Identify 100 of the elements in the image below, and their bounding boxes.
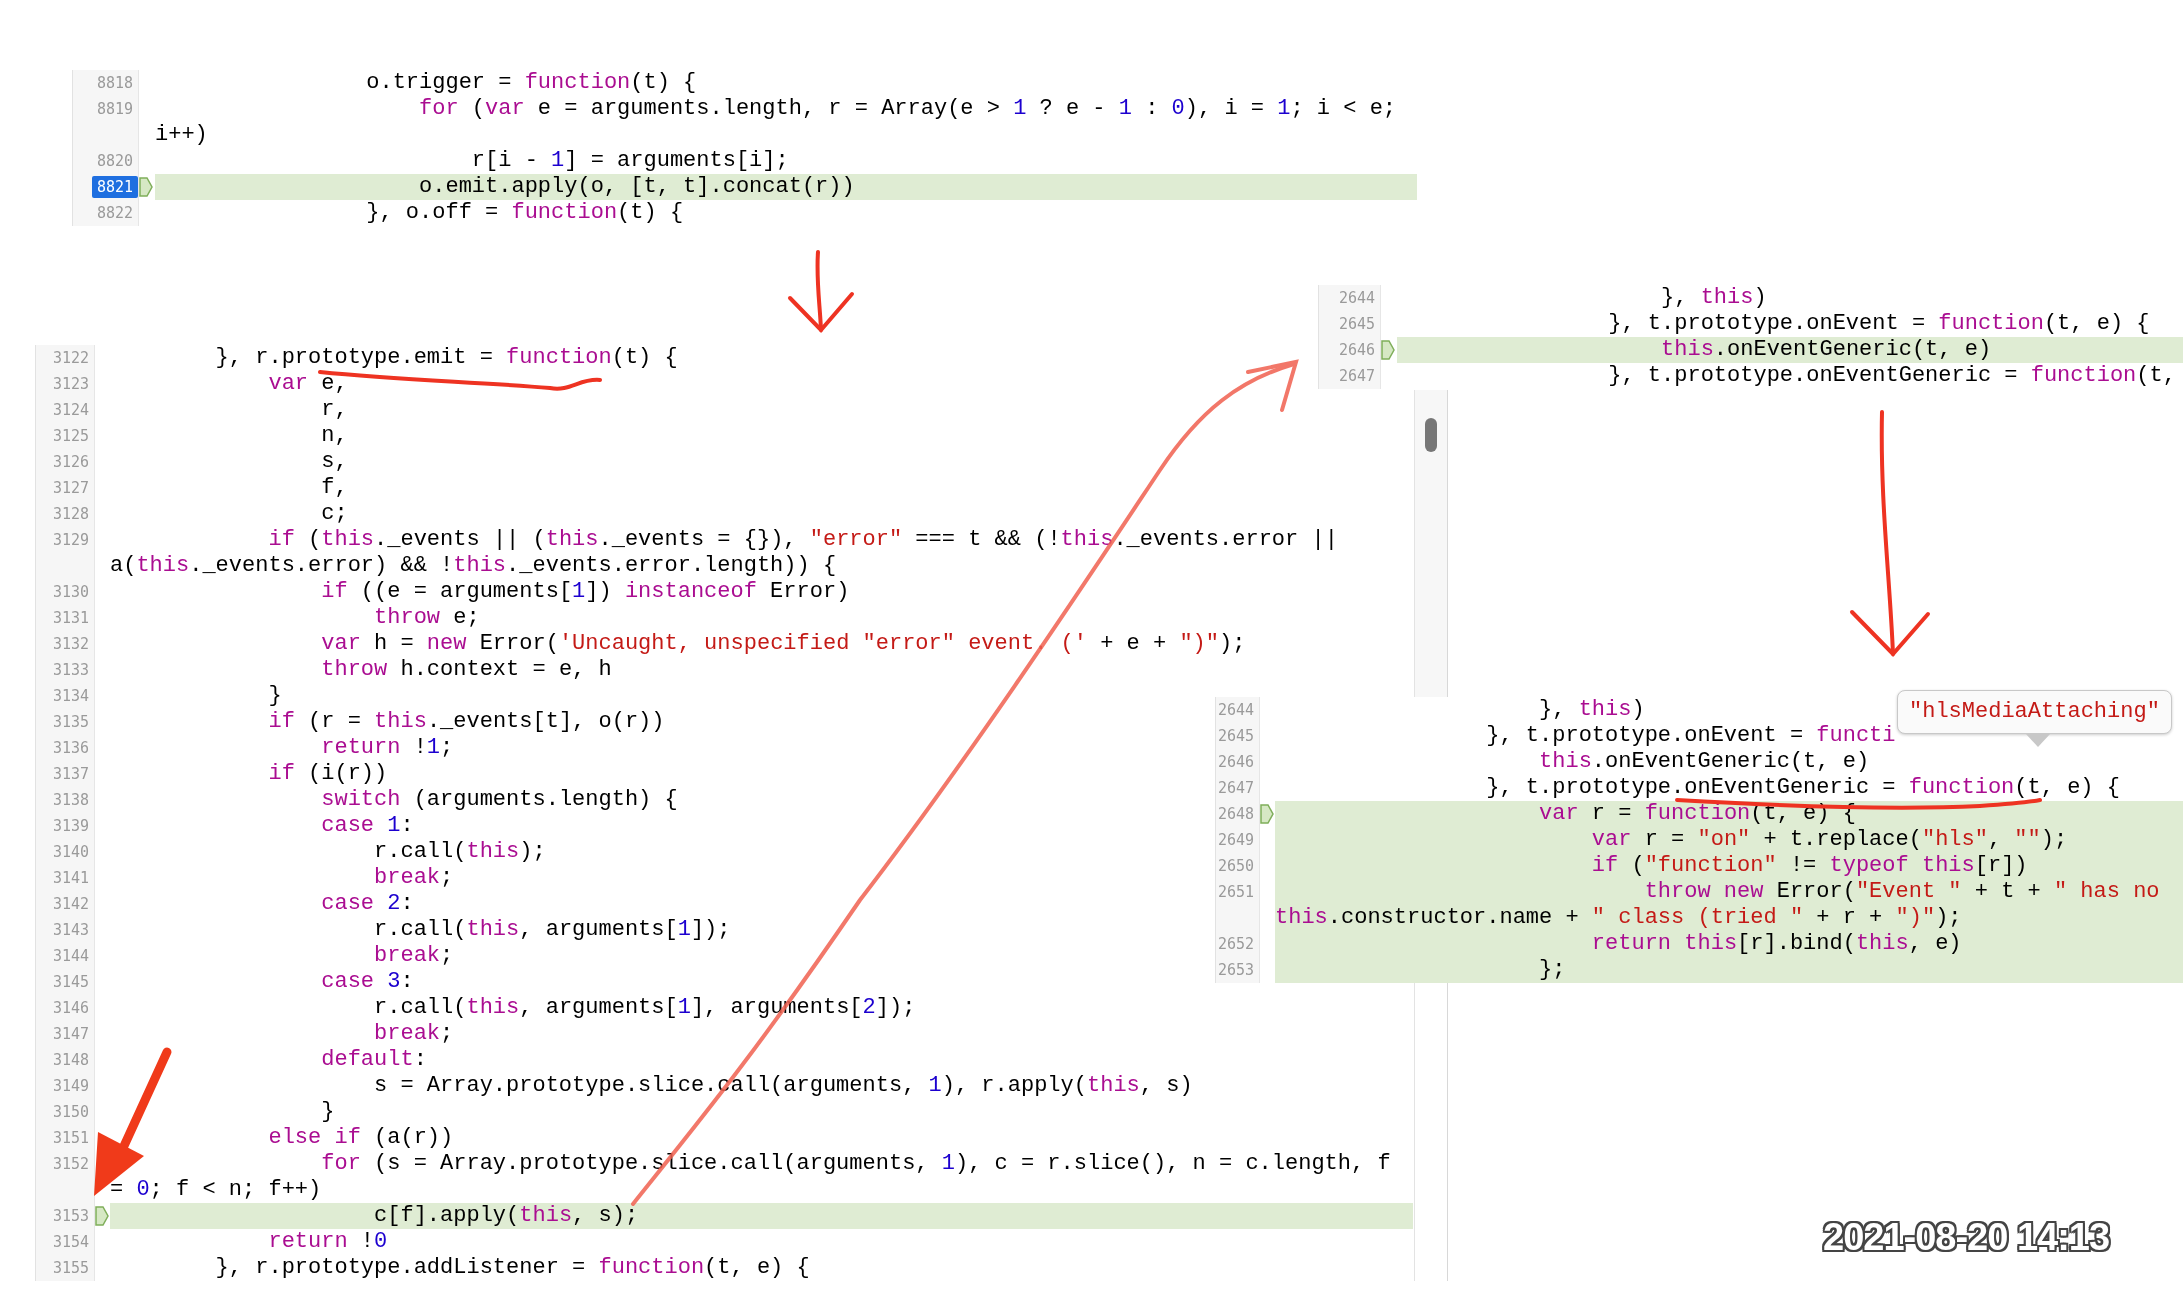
line-number: 2653 <box>1216 960 1255 981</box>
line-number: 8822 <box>95 203 134 224</box>
code-line: }, this) <box>1660 285 1767 311</box>
line-number: 2648 <box>1216 804 1255 825</box>
code-line: var e, <box>267 371 348 397</box>
line-number: 3133 <box>51 660 90 681</box>
line-number: 2644 <box>1337 288 1376 309</box>
line-number: 3150 <box>51 1102 90 1123</box>
line-number: 2646 <box>1216 752 1255 773</box>
code-line: throw h.context = e, h <box>320 657 612 683</box>
line-number: 3129 <box>51 530 90 551</box>
code-line: }, r.prototype.emit = function(t) { <box>214 345 678 371</box>
line-number: 3155 <box>51 1258 90 1279</box>
code-line: throw e; <box>373 605 480 631</box>
code-line: }, o.off = function(t) { <box>365 200 684 226</box>
code-line: }, t.prototype.onEventGeneric = function(t, <box>1607 363 2176 389</box>
line-number: 2652 <box>1216 934 1255 955</box>
code-line: if (this._events || (this._events = {}), "error" === t && (!this._events.error || <box>267 527 1338 553</box>
line-number: 2645 <box>1216 726 1255 747</box>
line-number: 2644 <box>1216 700 1255 721</box>
line-number: 3135 <box>51 712 90 733</box>
code-line: r, <box>320 397 348 423</box>
line-number: 8819 <box>95 99 134 120</box>
code-line: }, r.prototype.addListener = function(t, e) { <box>214 1255 810 1281</box>
code-line: break; <box>373 865 454 891</box>
code-line: i++) <box>155 122 208 148</box>
line-number: 3128 <box>51 504 90 525</box>
code-line: var h = new Error('Uncaught, unspecified "error" event. (' + e + ")"); <box>320 631 1246 657</box>
value-tooltip: "hlsMediaAttaching" <box>1897 690 2172 748</box>
scrollbar[interactable] <box>1414 390 1448 697</box>
code-line: } <box>267 683 282 709</box>
code-line: f, <box>320 475 348 501</box>
code-line: }, t.prototype.onEventGeneric = function(t, e) { <box>1485 775 2120 801</box>
code-line: if ((e = arguments[1]) instanceof Error) <box>320 579 850 605</box>
line-number: 2651 <box>1216 882 1255 903</box>
code-line: return !1; <box>320 735 454 761</box>
line-number: 3140 <box>51 842 90 863</box>
line-number: 3126 <box>51 452 90 473</box>
code-line: } <box>320 1099 335 1125</box>
code-line: case 3: <box>320 969 414 995</box>
code-line: switch (arguments.length) { <box>320 787 678 813</box>
code-line: }, t.prototype.onEvent = functi <box>1485 723 1896 749</box>
line-number: 3138 <box>51 790 90 811</box>
line-number: 3125 <box>51 426 90 447</box>
line-number: 8820 <box>95 151 134 172</box>
line-number: 3148 <box>51 1050 90 1071</box>
line-number: 3154 <box>51 1232 90 1253</box>
line-number: 3147 <box>51 1024 90 1045</box>
code-line: r.call(this); <box>373 839 546 865</box>
line-number: 8821 <box>91 176 138 198</box>
code-line: else if (a(r)) <box>267 1125 454 1151</box>
code-line: break; <box>373 943 454 969</box>
line-number: 3144 <box>51 946 90 967</box>
timestamp-label: 2021-08-20 14:13 <box>1823 1215 2110 1260</box>
line-number: 3142 <box>51 894 90 915</box>
line-number: 3132 <box>51 634 90 655</box>
code-line: = 0; f < n; f++) <box>110 1177 322 1203</box>
code-line: c; <box>320 501 348 527</box>
code-line: case 1: <box>320 813 414 839</box>
line-number: 3134 <box>51 686 90 707</box>
line-number: 3152 <box>51 1154 90 1175</box>
line-number: 2646 <box>1337 340 1376 361</box>
line-number: 3143 <box>51 920 90 941</box>
line-number: 3153 <box>51 1206 90 1227</box>
line-number: 3130 <box>51 582 90 603</box>
line-number: 8818 <box>95 73 134 94</box>
code-line: return !0 <box>267 1229 388 1255</box>
line-number: 2645 <box>1337 314 1376 335</box>
code-line: if (r = this._events[t], o(r)) <box>267 709 665 735</box>
code-line: o.trigger = function(t) { <box>365 70 697 96</box>
code-line: r[i - 1] = arguments[i]; <box>470 148 789 174</box>
code-line: n, <box>320 423 348 449</box>
line-number: 2647 <box>1216 778 1255 799</box>
code-line: if (i(r)) <box>267 761 388 787</box>
code-line: for (var e = arguments.length, r = Array(e > 1 ? e - 1 : 0), i = 1; i < e; <box>418 96 1397 122</box>
line-number: 3122 <box>51 348 90 369</box>
line-number: 3136 <box>51 738 90 759</box>
line-number: 3146 <box>51 998 90 1019</box>
line-number: 3137 <box>51 764 90 785</box>
code-line: break; <box>373 1021 454 1047</box>
code-line: default: <box>320 1047 427 1073</box>
line-number: 2647 <box>1337 366 1376 387</box>
code-line: this.onEventGeneric(t, e) <box>1538 749 1870 775</box>
line-number: 3139 <box>51 816 90 837</box>
code-line: }, t.prototype.onEvent = function(t, e) { <box>1607 311 2150 337</box>
line-number: 3124 <box>51 400 90 421</box>
line-number: 3151 <box>51 1128 90 1149</box>
line-number: 2649 <box>1216 830 1255 851</box>
code-line: }, this) <box>1538 697 1645 723</box>
line-number: 3145 <box>51 972 90 993</box>
code-line: s, <box>320 449 348 475</box>
line-number: 3123 <box>51 374 90 395</box>
line-number: 3149 <box>51 1076 90 1097</box>
code-line: a(this._events.error) && !this._events.error.length)) { <box>110 553 837 579</box>
code-line: case 2: <box>320 891 414 917</box>
line-number: 3131 <box>51 608 90 629</box>
line-number: 2650 <box>1216 856 1255 877</box>
code-line: r.call(this, arguments[1]); <box>373 917 731 943</box>
line-number: 3141 <box>51 868 90 889</box>
line-number: 3127 <box>51 478 90 499</box>
